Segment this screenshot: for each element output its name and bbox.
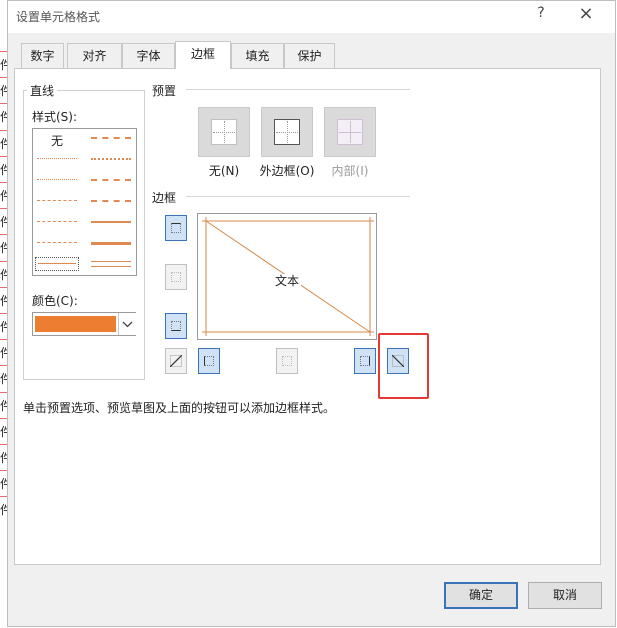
preview-text-label: 文本 [272, 274, 301, 288]
tab-number[interactable]: 数字 [21, 43, 64, 68]
line-style-dashed[interactable] [37, 242, 77, 243]
border-separator [186, 196, 410, 197]
preset-inside-label: 内部(I) [331, 164, 369, 178]
line-style-medium-dash-dot-dot[interactable] [91, 137, 131, 139]
preset-none-button[interactable] [198, 107, 250, 157]
line-style-dash-dot[interactable] [37, 221, 77, 222]
border-inside-vertical-icon [282, 356, 292, 366]
border-preview[interactable]: 文本 [197, 213, 377, 340]
border-inside-vertical-button [276, 348, 298, 374]
line-style-double[interactable] [91, 261, 131, 267]
border-inside-horizontal-button [165, 264, 187, 290]
preset-outline-button[interactable] [261, 107, 313, 157]
preset-inside-icon [337, 119, 363, 145]
line-style-list[interactable]: 无 [32, 128, 137, 276]
tab-font[interactable]: 字体 [122, 43, 175, 68]
border-left-icon [204, 356, 214, 366]
border-top-icon [171, 223, 181, 233]
ok-button[interactable]: 确定 [444, 582, 518, 609]
line-style-thick[interactable] [91, 242, 131, 245]
tab-border[interactable]: 边框 [175, 41, 231, 69]
line-style-medium-dashed[interactable] [91, 200, 131, 202]
preset-none-label: 无(N) [208, 164, 240, 178]
cancel-button[interactable]: 取消 [528, 582, 602, 609]
border-bottom-icon [171, 321, 181, 331]
line-style-slanted-dash-dot[interactable] [91, 158, 131, 160]
border-bottom-button[interactable] [165, 313, 187, 339]
tab-alignment[interactable]: 对齐 [67, 43, 122, 68]
line-style-none[interactable]: 无 [51, 132, 63, 149]
tab-fill[interactable]: 填充 [231, 43, 284, 68]
border-inside-horizontal-icon [171, 272, 181, 282]
diagonal-up-icon [170, 355, 182, 367]
color-dropdown-button[interactable] [118, 313, 136, 335]
line-style-hair[interactable] [37, 158, 77, 159]
hint-text: 单击预置选项、预览草图及上面的按钮可以添加边框样式。 [23, 401, 336, 415]
border-right-icon [360, 356, 370, 366]
border-left-button[interactable] [198, 348, 220, 374]
preset-outline-icon [274, 119, 300, 145]
style-label: 样式(S): [32, 110, 78, 124]
line-style-medium-dash-dot[interactable] [91, 179, 131, 181]
help-button[interactable]: ? [532, 5, 550, 25]
border-label: 边框 [152, 189, 177, 206]
preview-text: 文本 [198, 272, 376, 289]
border-top-button[interactable] [165, 215, 187, 241]
line-style-dash-dot-dot[interactable] [37, 200, 77, 201]
color-label: 颜色(C): [32, 294, 78, 308]
chevron-down-icon [122, 321, 133, 328]
color-swatch [35, 316, 116, 332]
tab-protection[interactable]: 保护 [284, 43, 335, 68]
close-button[interactable]: × [575, 4, 597, 26]
line-style-dotted[interactable] [37, 179, 77, 180]
presets-label: 预置 [152, 82, 177, 99]
line-style-thin-selected[interactable] [35, 257, 79, 271]
line-style-medium[interactable] [91, 221, 131, 223]
dialog-title: 设置单元格格式 [16, 10, 101, 24]
presets-separator [186, 89, 410, 90]
preset-none-icon [211, 119, 237, 145]
border-right-button[interactable] [354, 348, 376, 374]
border-diagonal-up-button[interactable] [165, 348, 187, 374]
preset-outline-label: 外边框(O) [259, 164, 315, 178]
line-group-label: 直线 [27, 82, 58, 99]
highlight-box [378, 333, 429, 399]
preset-inside-button [324, 107, 376, 157]
